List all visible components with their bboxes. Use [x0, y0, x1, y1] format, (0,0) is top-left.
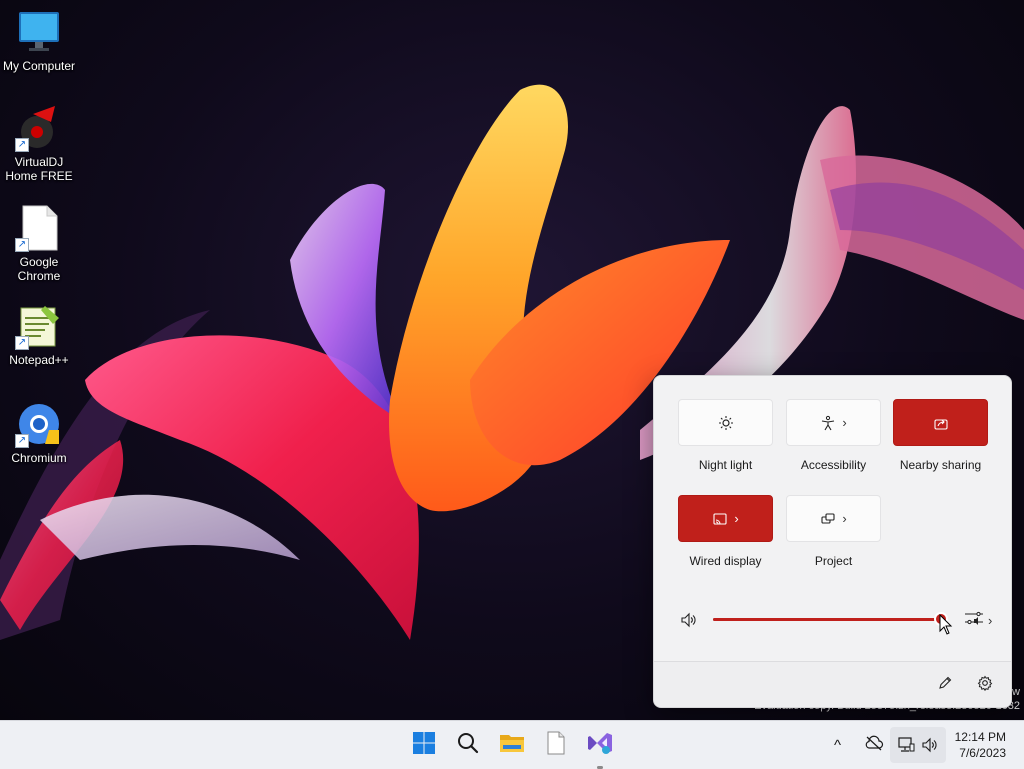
onedrive-tray-button[interactable]: [864, 721, 884, 769]
chevron-right-icon: ›: [988, 613, 993, 628]
tile-label-accessibility: Accessibility: [800, 458, 867, 472]
edit-quick-settings-button[interactable]: [934, 674, 956, 696]
project-icon: [820, 511, 836, 527]
chevron-up-icon: ^: [834, 736, 842, 754]
show-hidden-icons-button[interactable]: ^: [834, 721, 841, 769]
all-settings-button[interactable]: [974, 674, 996, 696]
volume-icon: [921, 737, 939, 758]
desktop-icon-my-computer[interactable]: My Computer: [0, 8, 78, 73]
quick-settings-footer: [654, 661, 1011, 707]
tile-label-wired-display: Wired display: [689, 554, 762, 568]
tile-wired-display[interactable]: ›: [678, 495, 773, 542]
monitor-icon: [15, 8, 63, 56]
shortcut-arrow-icon: ↗: [15, 138, 29, 152]
gear-icon: [977, 675, 993, 696]
visual-studio-button[interactable]: [584, 729, 616, 761]
desktop-icon-notepadpp[interactable]: ↗ Notepad++: [0, 302, 78, 367]
volume-slider-fill: [713, 618, 941, 621]
chevron-right-icon[interactable]: ›: [842, 511, 846, 526]
taskbar: ^ 12:14 PM 7/6/2023: [0, 720, 1024, 769]
desktop-icon-virtualdj[interactable]: ↗ VirtualDJ Home FREE: [0, 104, 78, 183]
notepad-button[interactable]: [540, 729, 572, 761]
accessibility-icon: [820, 415, 836, 431]
brightness-icon: [718, 415, 734, 431]
clock[interactable]: 12:14 PM 7/6/2023: [955, 729, 1006, 761]
share-icon: [933, 415, 949, 431]
file-explorer-button[interactable]: [496, 729, 528, 761]
desktop-icon-label: Notepad++: [9, 353, 69, 367]
desktop-icon-label: Google Chrome: [17, 255, 61, 283]
shortcut-arrow-icon: ↗: [15, 434, 29, 448]
chevron-right-icon[interactable]: ›: [842, 415, 846, 430]
tile-label-night-light: Night light: [698, 458, 753, 472]
desktop-icon-label: Chromium: [11, 451, 67, 465]
pencil-icon: [937, 675, 953, 696]
tile-accessibility[interactable]: ›: [786, 399, 881, 446]
tile-label-project: Project: [814, 554, 853, 568]
desktop-icon-google-chrome[interactable]: ↗ Google Chrome: [0, 204, 78, 283]
notepad-icon: [546, 731, 566, 760]
start-button[interactable]: [408, 729, 440, 761]
start-icon: [412, 731, 436, 760]
desktop-icon-label: My Computer: [2, 59, 76, 73]
speaker-icon[interactable]: [680, 612, 698, 633]
virtualdj-icon: ↗: [15, 104, 63, 152]
notepadpp-icon: ↗: [15, 302, 63, 350]
clock-date: 7/6/2023: [959, 746, 1006, 760]
cast-icon: [712, 511, 728, 527]
volume-slider[interactable]: [713, 612, 948, 626]
chromium-icon: ↗: [15, 400, 63, 448]
network-icon: [897, 737, 915, 758]
search-button[interactable]: [452, 729, 484, 761]
tile-label-nearby-sharing: Nearby sharing: [899, 458, 982, 472]
file-explorer-icon: [499, 731, 525, 760]
blank-file-icon: ↗: [15, 204, 63, 252]
desktop-icon-label: VirtualDJ Home FREE: [5, 155, 73, 183]
audio-output-selector[interactable]: ›: [964, 610, 992, 631]
tile-project[interactable]: ›: [786, 495, 881, 542]
sound-mixer-icon: [964, 610, 984, 631]
tile-night-light[interactable]: [678, 399, 773, 446]
clock-time: 12:14 PM: [954, 730, 1006, 744]
tile-nearby-sharing[interactable]: [893, 399, 988, 446]
cloud-offline-icon: [864, 735, 884, 756]
quick-settings-tray-button[interactable]: [890, 727, 946, 763]
visual-studio-icon: [587, 730, 613, 761]
watermark-edge-text: w: [1012, 686, 1020, 698]
chevron-right-icon[interactable]: ›: [734, 511, 738, 526]
shortcut-arrow-icon: ↗: [15, 336, 29, 350]
mouse-cursor-icon: [939, 613, 953, 641]
search-icon: [456, 731, 480, 760]
shortcut-arrow-icon: ↗: [15, 238, 29, 252]
quick-settings-panel: Night light › Accessibility Nearby shari…: [653, 375, 1012, 708]
desktop-icon-chromium[interactable]: ↗ Chromium: [0, 400, 78, 465]
